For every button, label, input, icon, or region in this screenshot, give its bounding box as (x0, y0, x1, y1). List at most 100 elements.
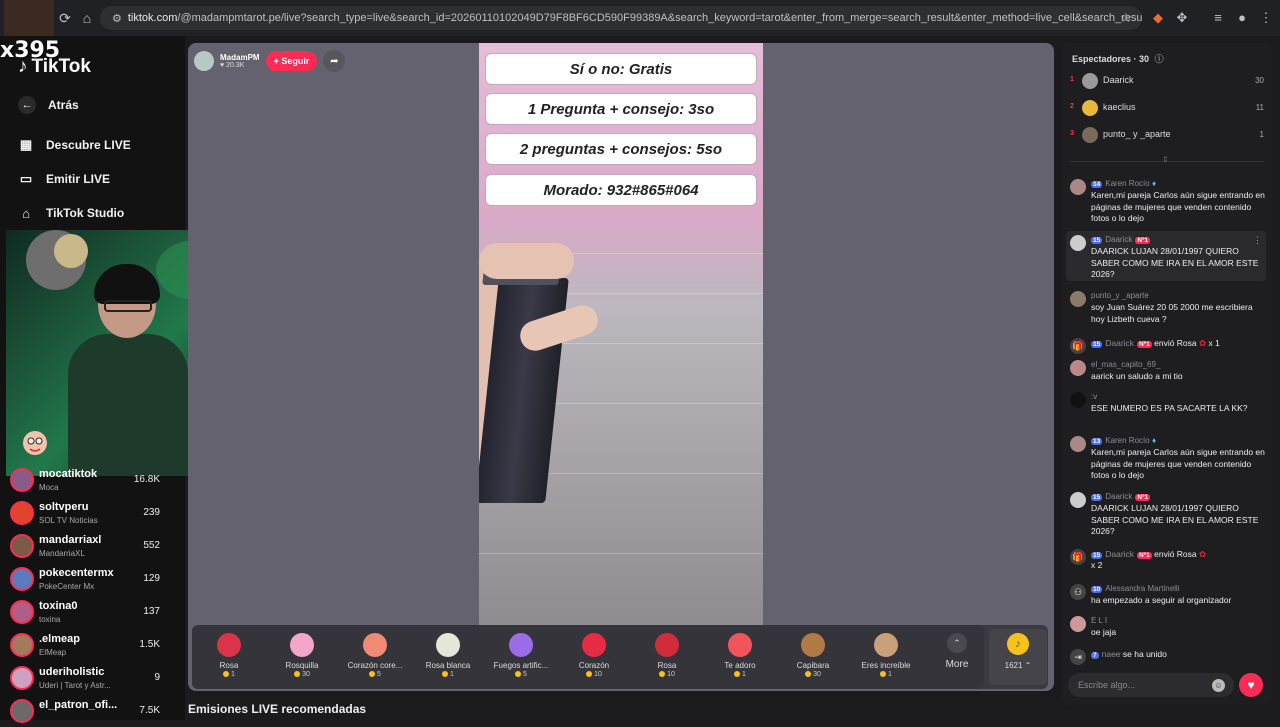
more-gifts-button[interactable]: ⌃ More (937, 633, 977, 670)
info-icon[interactable]: ⓘ (1155, 54, 1164, 64)
back-button[interactable]: ← Atrás (18, 96, 79, 114)
list-item[interactable]: .elmeap ElMeap 1.5K (10, 631, 180, 661)
join-arrow-icon: ⇥ (1070, 649, 1086, 665)
avatar[interactable] (194, 51, 214, 71)
gift-price: 5 (486, 671, 556, 678)
level-badge: 15 (1091, 552, 1103, 559)
chat-input[interactable]: Escribe algo... (1068, 673, 1234, 697)
sidebar-item-go-live[interactable]: ▭ Emitir LIVE (18, 171, 110, 187)
chat-message-text: soy Juan Suárez 20 05 2000 me escribiera… (1091, 302, 1253, 324)
follow-button[interactable]: + Seguir (265, 51, 318, 71)
chat-username[interactable]: punto_y _aparte (1091, 291, 1149, 300)
top-viewer-row[interactable]: 1 Daarick 30 (1070, 71, 1266, 91)
gift-item[interactable]: Eres increíble 1 (851, 631, 921, 687)
gift-name: Corazón core... (347, 661, 403, 670)
reload-icon[interactable]: ⟳ (56, 9, 74, 27)
creator-name: .elmeap (39, 633, 80, 645)
gift-item[interactable]: Corazón 10 (559, 631, 629, 687)
address-bar[interactable]: ⚙ tiktok.com/@madampmtarot.pe/live?searc… (100, 6, 1142, 30)
drag-handle-icon[interactable]: ⇕ (1162, 155, 1169, 164)
gift-item[interactable]: Rosa 1 (194, 631, 264, 687)
creator-nickname: SOL TV Noticias (39, 516, 98, 525)
price-line: 2 preguntas + consejos: 5so (485, 133, 757, 165)
chat-username[interactable]: el_mas_capito_69_ (1091, 360, 1160, 369)
list-item[interactable]: el_patron_ofi... 7.5K (10, 697, 180, 727)
host-name[interactable]: MadamPM (220, 53, 260, 62)
chat-username[interactable]: naee (1102, 649, 1121, 659)
live-stream-player[interactable]: MadamPM ♥ 20.3K + Seguir ➦ Sí o no: Grat… (188, 43, 1054, 691)
list-item[interactable]: soltvperu SOL TV Noticias 239 (10, 499, 180, 529)
gift-name: Rosa blanca (425, 661, 471, 670)
gift-item[interactable]: Corazón core... 5 (340, 631, 410, 687)
chat-username[interactable]: :v (1091, 392, 1097, 401)
gift-name: Fuegos artific... (493, 661, 549, 670)
avatar (1070, 235, 1086, 251)
gift-box-icon: 🎁 (1070, 549, 1086, 565)
host-likes: ♥ 20.3K (220, 62, 260, 69)
chat-username[interactable]: E L I (1091, 616, 1107, 625)
chat-username[interactable]: Karen Rocío (1105, 436, 1149, 445)
emoji-icon[interactable]: ☺ (1212, 679, 1225, 692)
chat-message-header: 14 Karen Rocío ♦ (1091, 179, 1156, 188)
share-icon[interactable]: ➦ (323, 50, 346, 72)
bookmark-star-icon[interactable]: ☆ (1118, 10, 1134, 26)
top-viewer-row[interactable]: 2 kaeclius 11 (1070, 98, 1266, 118)
list-item[interactable]: uderiholistic Uderi | Tarot y Astr... 9 (10, 664, 180, 694)
media-control-icon[interactable]: ≡ (1210, 10, 1226, 26)
creator-name: toxina0 (39, 600, 78, 612)
chat-username[interactable]: Daarick (1105, 549, 1134, 559)
top-viewer-row[interactable]: 3 punto_ y _aparte 1 (1070, 125, 1266, 145)
extensions-puzzle-icon[interactable]: ✥ (1174, 10, 1190, 26)
donut-icon (290, 633, 314, 657)
gift-item[interactable]: Capibara 30 (778, 631, 848, 687)
arrow-left-icon: ← (18, 96, 36, 114)
chat-username[interactable]: Daarick (1105, 492, 1132, 501)
creator-nickname: Uderi | Tarot y Astr... (39, 681, 111, 690)
creator-name: el_patron_ofi... (39, 699, 118, 711)
profile-avatar-icon[interactable]: ● (1234, 10, 1250, 26)
gift-price: 1 (851, 671, 921, 678)
sidebar-item-tiktok-studio[interactable]: ⌂ TikTok Studio (18, 205, 124, 221)
coin-count-value: 1621 (1004, 661, 1023, 670)
gift-text: envió Rosa (1154, 338, 1197, 348)
sidebar-item-discover-live[interactable]: ▦ Descubre LIVE (18, 137, 131, 153)
gift-item[interactable]: Te adoro 1 (705, 631, 775, 687)
chat-username[interactable]: Alessandra Martinelli (1105, 584, 1179, 593)
like-heart-button[interactable]: ♥ (1239, 673, 1263, 697)
viewer-count: 552 (143, 540, 160, 551)
gift-item[interactable]: Rosa blanca 1 (413, 631, 483, 687)
home-icon[interactable]: ⌂ (78, 9, 96, 27)
viewer-score: 1 (1259, 130, 1264, 139)
heart-icon (582, 633, 606, 657)
level-badge: 15 (1091, 237, 1103, 244)
gift-item[interactable]: Rosquilla 30 (267, 631, 337, 687)
list-item[interactable]: pokecentermx PokeCenter Mx 129 (10, 565, 180, 595)
chevron-up-icon: ⌃ (947, 633, 967, 653)
site-info-icon[interactable]: ⚙ (112, 12, 122, 25)
url-host: tiktok.com (127, 12, 178, 24)
menu-kebab-icon[interactable]: ⋮ (1258, 10, 1274, 26)
chat-username[interactable]: Daarick (1105, 235, 1132, 244)
coin-icon: ♪ (1007, 633, 1029, 655)
list-item[interactable]: mocatiktok Moca 16.8K (10, 466, 180, 496)
avatar (10, 501, 34, 525)
level-badge: 15 (1091, 341, 1103, 348)
viewer-count: 7.5K (139, 705, 160, 716)
avatar (1070, 360, 1086, 376)
chat-username[interactable]: Daarick (1105, 338, 1134, 348)
viewers-heading[interactable]: Espectadores · 30 ⓘ (1072, 52, 1164, 65)
list-item[interactable]: mandarriaxl MandarriaXL 552 (10, 532, 180, 562)
more-options-icon[interactable]: ⋮ (1253, 235, 1262, 246)
gift-item[interactable]: Fuegos artific... 5 (486, 631, 556, 687)
list-item[interactable]: toxina0 toxina 137 (10, 598, 180, 628)
gift-price: 5 (340, 671, 410, 678)
coin-icon (515, 671, 522, 678)
extension-fox-icon[interactable]: ◆ (1150, 10, 1166, 26)
viewer-count: 1.5K (139, 639, 160, 650)
level-badge: 15 (1091, 494, 1103, 501)
gift-price-value: 1 (888, 671, 892, 678)
coin-balance-button[interactable]: ♪ 1621 ⌃ (989, 629, 1047, 685)
chat-username[interactable]: Karen Rocío (1105, 179, 1149, 188)
avatar (1070, 179, 1086, 195)
gift-item[interactable]: Rosa 10 (632, 631, 702, 687)
